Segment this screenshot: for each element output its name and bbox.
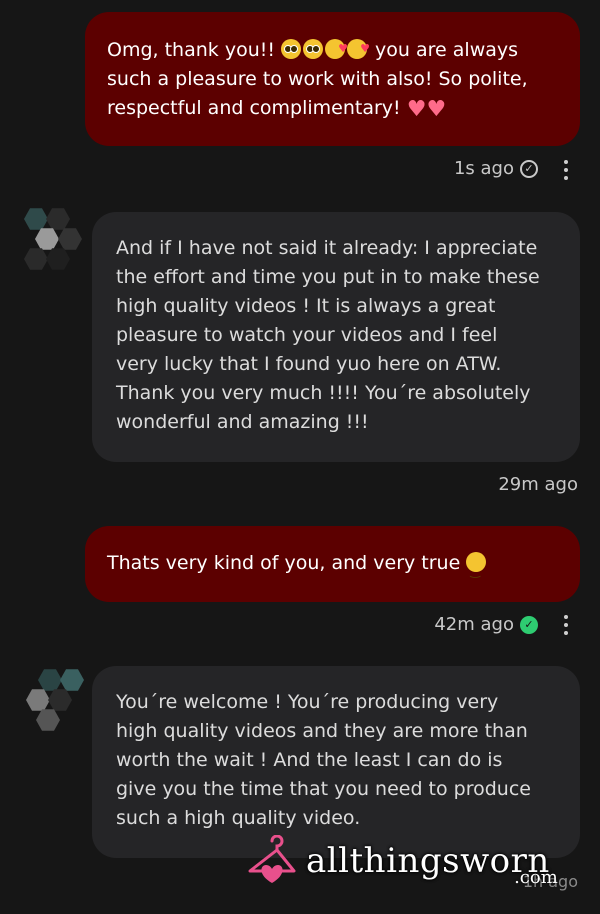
- message-bubble-received: And if I have not said it already: I app…: [92, 212, 580, 462]
- message-text: Omg, thank you!!: [107, 39, 282, 61]
- message-meta: 42m ago ✓: [434, 614, 538, 635]
- message-line: pleasure to watch your videos and I feel: [116, 324, 498, 346]
- message-options-icon[interactable]: [564, 615, 570, 635]
- message-line: such a high quality video.: [116, 807, 361, 829]
- hanger-heart-logo-icon: [248, 835, 296, 883]
- message-line: give you the time that you need to produ…: [116, 778, 531, 800]
- message-meta: 1s ago ✓: [454, 158, 538, 179]
- message-line: And if I have not said it already: I app…: [116, 237, 538, 259]
- message-line: respectful and complimentary! ♥♥: [107, 94, 558, 124]
- message-time: 29m ago: [498, 474, 578, 495]
- message-line: Omg, thank you!! you are always: [107, 34, 558, 65]
- message-time: 42m ago: [434, 614, 514, 635]
- message-line: worth the wait ! And the least I can do …: [116, 749, 503, 771]
- message-text: you are always: [369, 39, 519, 61]
- avatar[interactable]: [20, 205, 90, 275]
- watermark-suffix: .com: [514, 867, 558, 888]
- message-line: Thank you very much !!!! You´re absolute…: [116, 382, 531, 404]
- smiling-face-with-hearts-icon: [347, 34, 370, 63]
- message-line: high quality videos ! It is always a gre…: [116, 295, 496, 317]
- pleading-face-icon: [303, 39, 324, 59]
- message-line: such a pleasure to work with also! So po…: [107, 68, 528, 90]
- message-line: high quality videos and they are more th…: [116, 720, 528, 742]
- message-bubble-received: You´re welcome ! You´re producing very h…: [92, 666, 580, 858]
- message-bubble-sent: Omg, thank you!! you are always such a p…: [85, 12, 580, 146]
- message-options-icon[interactable]: [564, 160, 570, 180]
- smiling-face-with-hearts-icon: [325, 34, 348, 63]
- message-line: You´re welcome ! You´re producing very: [116, 691, 499, 713]
- message-text: respectful and complimentary!: [107, 97, 407, 119]
- avatar[interactable]: [20, 666, 90, 736]
- message-text: Thats very kind of you, and very true: [107, 552, 467, 574]
- message-time: 1s ago: [453, 158, 514, 179]
- read-check-icon: ✓: [520, 615, 538, 634]
- sent-check-icon: ✓: [520, 159, 538, 178]
- message-line: very lucky that I found yuo here on ATW.: [116, 353, 502, 375]
- message-bubble-sent: Thats very kind of you, and very true: [85, 526, 580, 602]
- message-line: the effort and time you put in to make t…: [116, 266, 540, 288]
- pink-heart-icon: ♥: [406, 97, 427, 122]
- message-line: wonderful and amazing !!!: [116, 411, 369, 433]
- pleading-face-icon: [281, 39, 302, 59]
- watermark: allthingsworn .com: [246, 835, 558, 888]
- pink-heart-icon: ♥: [426, 97, 447, 122]
- message-meta: 29m ago: [498, 474, 578, 495]
- smiling-blush-face-icon: [466, 552, 487, 586]
